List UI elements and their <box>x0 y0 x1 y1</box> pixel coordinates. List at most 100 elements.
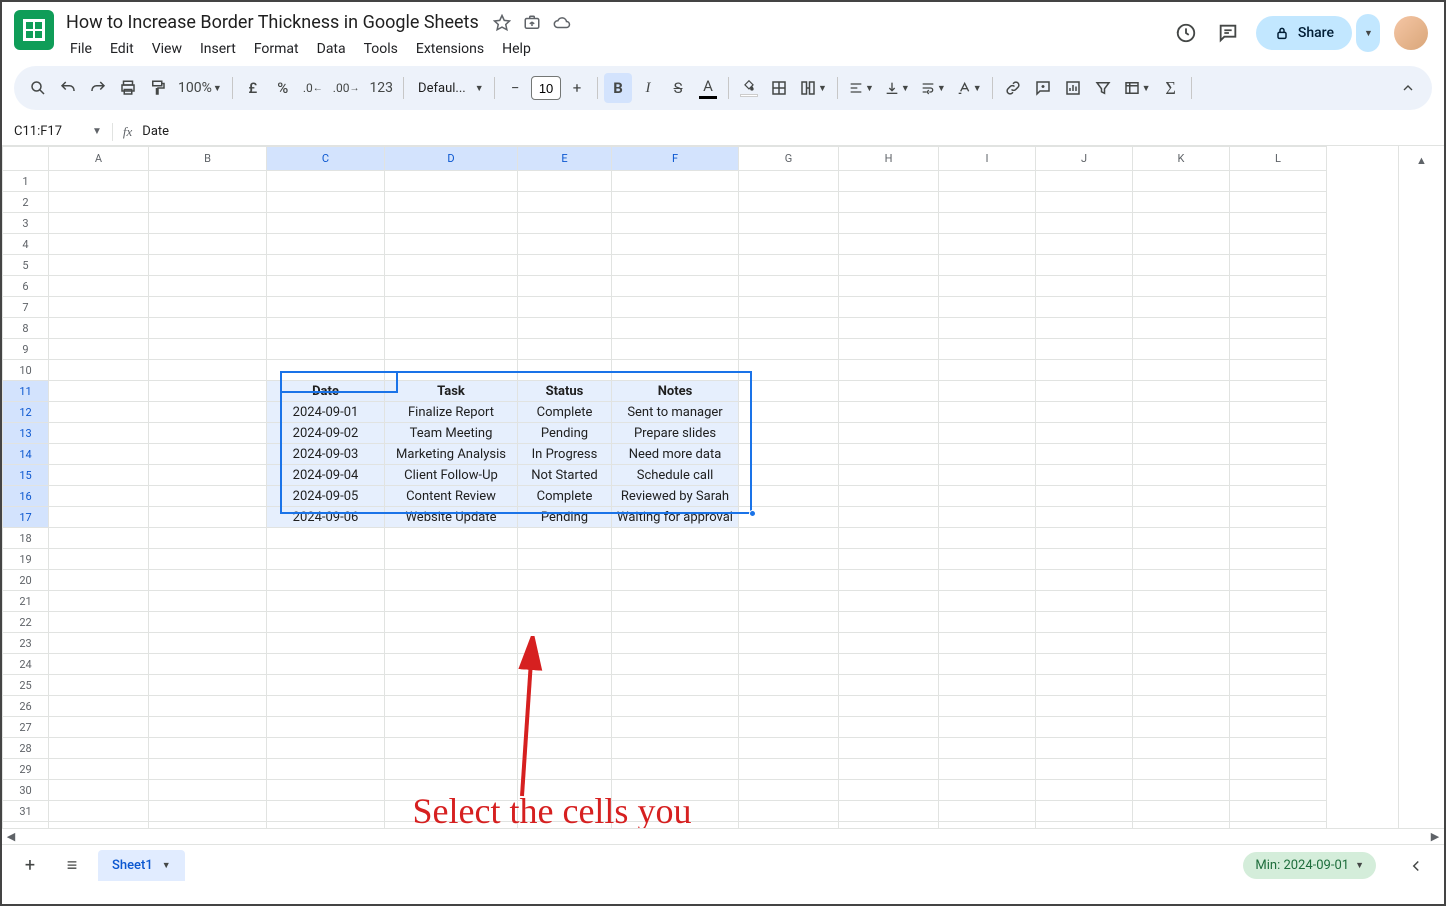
row-header-16[interactable]: 16 <box>3 486 49 507</box>
cell-K15[interactable] <box>1133 465 1230 486</box>
cell-I31[interactable] <box>939 801 1036 822</box>
cell-A13[interactable] <box>49 423 149 444</box>
cell-E22[interactable] <box>518 612 612 633</box>
cell-F24[interactable] <box>612 654 739 675</box>
cell-H26[interactable] <box>839 696 939 717</box>
cell-L14[interactable] <box>1230 444 1327 465</box>
cell-B16[interactable] <box>149 486 267 507</box>
col-header-C[interactable]: C <box>267 147 385 171</box>
cell-A27[interactable] <box>49 717 149 738</box>
cell-K14[interactable] <box>1133 444 1230 465</box>
cell-K29[interactable] <box>1133 759 1230 780</box>
cell-E6[interactable] <box>518 276 612 297</box>
select-all-corner[interactable] <box>3 147 49 171</box>
cell-A15[interactable] <box>49 465 149 486</box>
row-header-10[interactable]: 10 <box>3 360 49 381</box>
cell-F11[interactable]: Notes <box>612 381 739 402</box>
cell-F7[interactable] <box>612 297 739 318</box>
cell-H12[interactable] <box>839 402 939 423</box>
cell-I28[interactable] <box>939 738 1036 759</box>
cell-I15[interactable] <box>939 465 1036 486</box>
col-header-B[interactable]: B <box>149 147 267 171</box>
cell-I30[interactable] <box>939 780 1036 801</box>
cell-J12[interactable] <box>1036 402 1133 423</box>
cell-L27[interactable] <box>1230 717 1327 738</box>
cell-G32[interactable] <box>739 822 839 829</box>
cell-C31[interactable] <box>267 801 385 822</box>
cell-J9[interactable] <box>1036 339 1133 360</box>
row-header-13[interactable]: 13 <box>3 423 49 444</box>
cell-C5[interactable] <box>267 255 385 276</box>
cell-H15[interactable] <box>839 465 939 486</box>
star-icon[interactable] <box>493 14 511 32</box>
cell-E9[interactable] <box>518 339 612 360</box>
row-header-6[interactable]: 6 <box>3 276 49 297</box>
cell-A4[interactable] <box>49 234 149 255</box>
cell-J17[interactable] <box>1036 507 1133 528</box>
cell-C24[interactable] <box>267 654 385 675</box>
cell-A3[interactable] <box>49 213 149 234</box>
cell-L30[interactable] <box>1230 780 1327 801</box>
search-menus-icon[interactable] <box>24 73 52 103</box>
cell-C17[interactable]: 2024-09-06 <box>267 507 385 528</box>
cell-G5[interactable] <box>739 255 839 276</box>
cell-H16[interactable] <box>839 486 939 507</box>
cell-J30[interactable] <box>1036 780 1133 801</box>
cell-A21[interactable] <box>49 591 149 612</box>
cell-J10[interactable] <box>1036 360 1133 381</box>
row-header-17[interactable]: 17 <box>3 507 49 528</box>
cell-E23[interactable] <box>518 633 612 654</box>
cell-L16[interactable] <box>1230 486 1327 507</box>
cell-H28[interactable] <box>839 738 939 759</box>
text-color-button[interactable]: A <box>694 73 722 103</box>
cell-K12[interactable] <box>1133 402 1230 423</box>
cell-J21[interactable] <box>1036 591 1133 612</box>
cell-I25[interactable] <box>939 675 1036 696</box>
all-sheets-button[interactable]: ≡ <box>56 850 88 882</box>
cell-B5[interactable] <box>149 255 267 276</box>
cell-B13[interactable] <box>149 423 267 444</box>
cell-J1[interactable] <box>1036 171 1133 192</box>
cell-J22[interactable] <box>1036 612 1133 633</box>
quick-stat-pill[interactable]: Min: 2024-09-01▼ <box>1243 852 1376 879</box>
menu-data[interactable]: Data <box>309 37 354 61</box>
cell-L25[interactable] <box>1230 675 1327 696</box>
cell-E16[interactable]: Complete <box>518 486 612 507</box>
cell-G26[interactable] <box>739 696 839 717</box>
increase-decimal-icon[interactable]: .00→ <box>329 73 364 103</box>
cell-J23[interactable] <box>1036 633 1133 654</box>
cell-G29[interactable] <box>739 759 839 780</box>
cell-L4[interactable] <box>1230 234 1327 255</box>
cell-K27[interactable] <box>1133 717 1230 738</box>
cell-E24[interactable] <box>518 654 612 675</box>
menu-help[interactable]: Help <box>494 37 539 61</box>
horizontal-scrollbar[interactable]: ◀ ▶ <box>2 828 1444 844</box>
row-header-19[interactable]: 19 <box>3 549 49 570</box>
cell-C22[interactable] <box>267 612 385 633</box>
cell-H10[interactable] <box>839 360 939 381</box>
cell-A29[interactable] <box>49 759 149 780</box>
sheets-logo-icon[interactable] <box>14 10 54 50</box>
cell-D16[interactable]: Content Review <box>385 486 518 507</box>
cell-D9[interactable] <box>385 339 518 360</box>
cell-G28[interactable] <box>739 738 839 759</box>
scroll-left-icon[interactable]: ◀ <box>2 830 20 843</box>
cell-I8[interactable] <box>939 318 1036 339</box>
cell-F17[interactable]: Waiting for approval <box>612 507 739 528</box>
row-header-30[interactable]: 30 <box>3 780 49 801</box>
cell-E11[interactable]: Status <box>518 381 612 402</box>
cell-B8[interactable] <box>149 318 267 339</box>
row-header-20[interactable]: 20 <box>3 570 49 591</box>
insert-comment-icon[interactable] <box>1029 73 1057 103</box>
history-icon[interactable] <box>1172 19 1200 47</box>
cell-H8[interactable] <box>839 318 939 339</box>
cell-B26[interactable] <box>149 696 267 717</box>
cell-A20[interactable] <box>49 570 149 591</box>
cell-D26[interactable] <box>385 696 518 717</box>
cell-J7[interactable] <box>1036 297 1133 318</box>
cell-C19[interactable] <box>267 549 385 570</box>
cell-F25[interactable] <box>612 675 739 696</box>
cell-D18[interactable] <box>385 528 518 549</box>
cell-B17[interactable] <box>149 507 267 528</box>
cell-D29[interactable] <box>385 759 518 780</box>
